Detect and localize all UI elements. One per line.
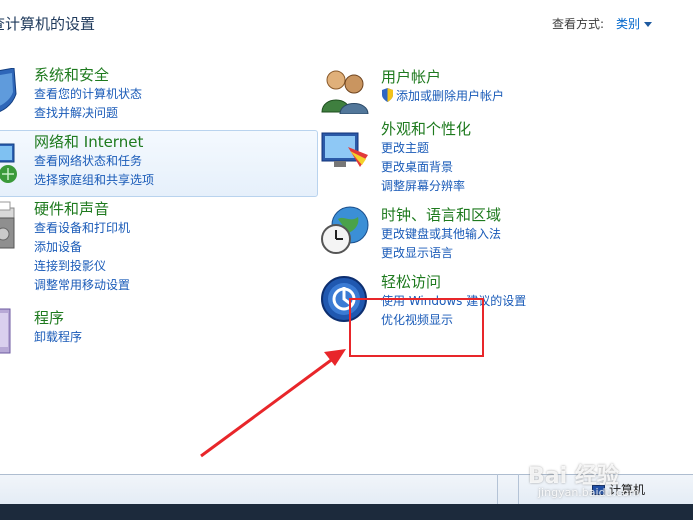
uac-shield-icon xyxy=(382,88,393,102)
status-divider xyxy=(518,474,519,504)
clock-globe-icon xyxy=(321,206,369,254)
category-system-security: 系统和安全 查看您的计算机状态 查找并解决问题 xyxy=(34,65,142,123)
category-title[interactable]: 外观和个性化 xyxy=(381,119,471,139)
link-keyboard-input[interactable]: 更改键盘或其他输入法 xyxy=(381,225,501,244)
link-uninstall-program[interactable]: 卸载程序 xyxy=(34,328,82,347)
shield-icon xyxy=(0,68,17,112)
category-hardware-sound: 硬件和声音 查看设备和打印机 添加设备 连接到投影仪 调整常用移动设置 xyxy=(34,199,130,295)
view-by-dropdown[interactable]: 类别 xyxy=(616,15,653,32)
category-user-accounts: 用户帐户 添加或删除用户帐户 xyxy=(381,67,504,106)
category-title[interactable]: 网络和 Internet xyxy=(34,132,154,152)
category-title[interactable]: 程序 xyxy=(34,308,82,328)
category-title[interactable]: 用户帐户 xyxy=(381,67,504,87)
printer-icon xyxy=(0,201,15,249)
link-screen-resolution[interactable]: 调整屏幕分辨率 xyxy=(381,177,471,196)
programs-icon xyxy=(0,308,11,354)
category-title[interactable]: 系统和安全 xyxy=(34,65,142,85)
user-accounts-icon xyxy=(321,70,369,114)
appearance-icon xyxy=(321,132,368,167)
page-title: 查计算机的设置 xyxy=(0,15,96,33)
link-display-language[interactable]: 更改显示语言 xyxy=(381,244,501,263)
link-devices-printers[interactable]: 查看设备和打印机 xyxy=(34,219,130,238)
link-mobility-settings[interactable]: 调整常用移动设置 xyxy=(34,276,130,295)
link-add-remove-users[interactable]: 添加或删除用户帐户 xyxy=(381,87,504,106)
category-title[interactable]: 时钟、语言和区域 xyxy=(381,205,501,225)
link-add-device[interactable]: 添加设备 xyxy=(34,238,130,257)
category-title[interactable]: 轻松访问 xyxy=(381,272,526,292)
link-network-status[interactable]: 查看网络状态和任务 xyxy=(34,152,154,171)
view-by-value: 类别 xyxy=(616,17,641,31)
link-label: 添加或删除用户帐户 xyxy=(396,89,505,103)
chevron-down-icon xyxy=(644,22,653,27)
annotation-highlight-box xyxy=(349,298,484,357)
taskbar-strip xyxy=(0,504,693,520)
category-network-internet: 网络和 Internet 查看网络状态和任务 选择家庭组和共享选项 xyxy=(34,132,154,190)
view-by-label: 查看方式: xyxy=(552,17,605,31)
category-title[interactable]: 硬件和声音 xyxy=(34,199,130,219)
link-desktop-background[interactable]: 更改桌面背景 xyxy=(381,158,471,177)
category-appearance: 外观和个性化 更改主题 更改桌面背景 调整屏幕分辨率 xyxy=(381,119,471,196)
link-connect-projector[interactable]: 连接到投影仪 xyxy=(34,257,130,276)
link-homegroup-sharing[interactable]: 选择家庭组和共享选项 xyxy=(34,171,154,190)
status-divider xyxy=(497,474,498,504)
category-programs: 程序 卸载程序 xyxy=(34,308,82,347)
category-clock-language-region: 时钟、语言和区域 更改键盘或其他输入法 更改显示语言 xyxy=(381,205,501,263)
network-icon xyxy=(0,143,17,183)
link-check-computer-status[interactable]: 查看您的计算机状态 xyxy=(34,85,142,104)
link-troubleshoot[interactable]: 查找并解决问题 xyxy=(34,104,142,123)
watermark-url: jingyan.baidu.com xyxy=(538,486,640,499)
link-change-theme[interactable]: 更改主题 xyxy=(381,139,471,158)
